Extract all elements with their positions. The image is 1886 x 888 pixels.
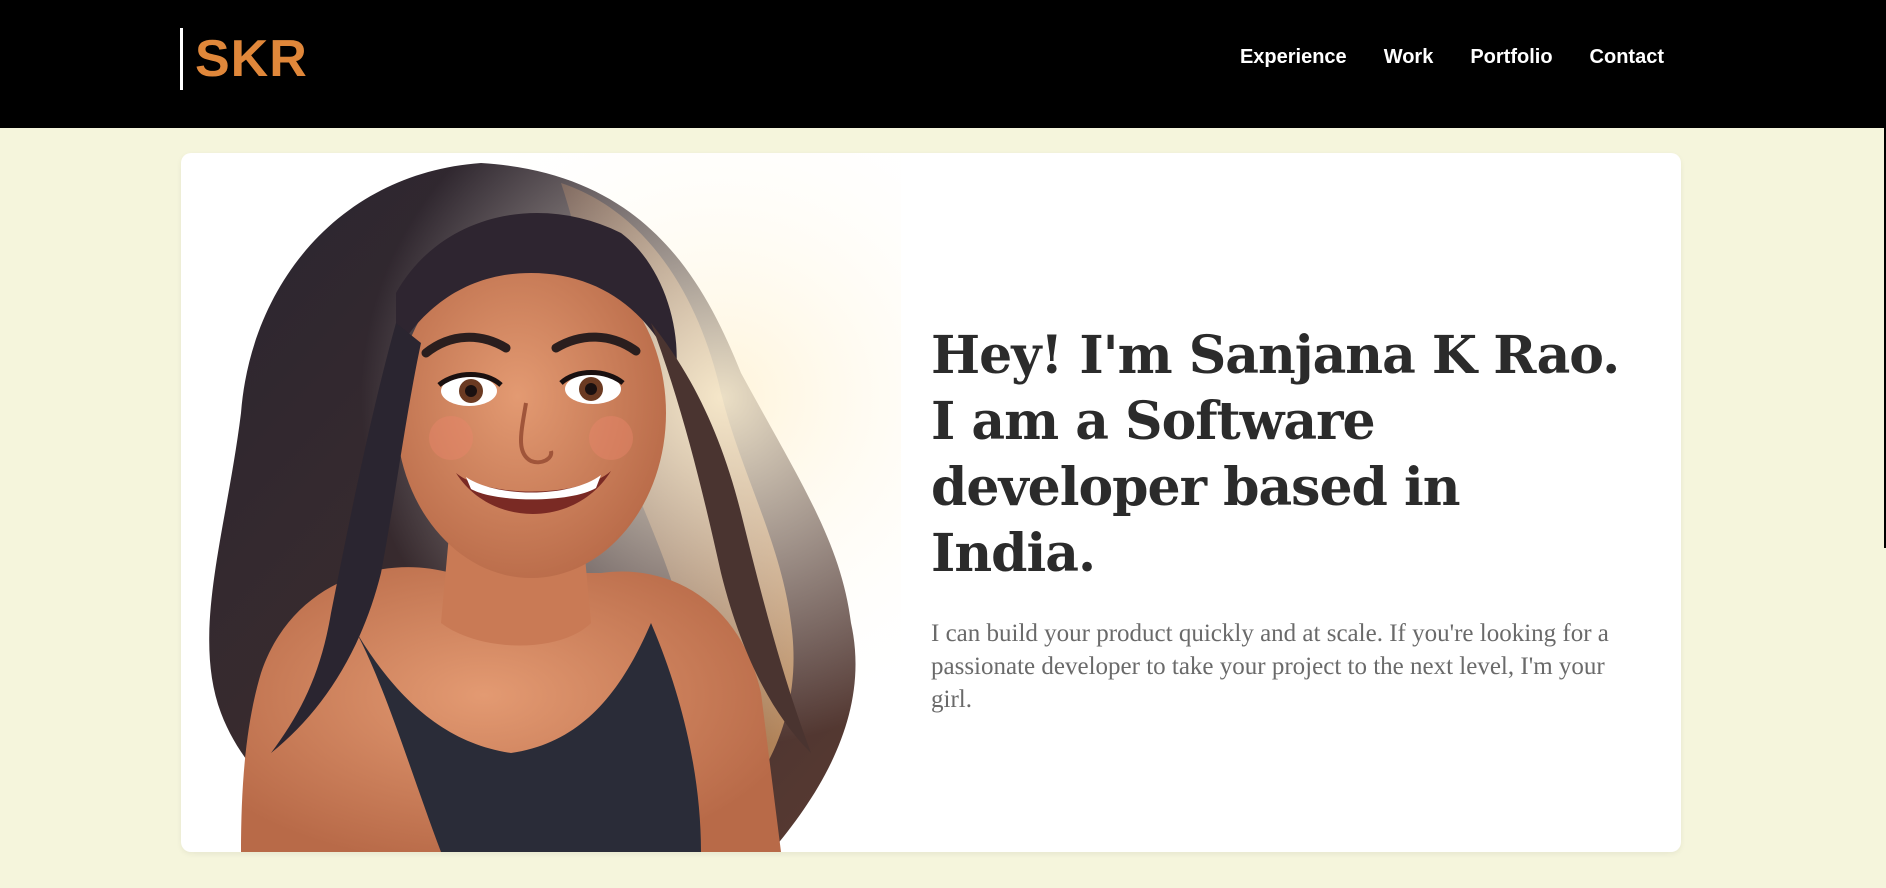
main-nav: Experience Work Portfolio Contact <box>1240 46 1664 69</box>
hero-description: I can build your product quickly and at … <box>931 620 1609 713</box>
hero-text: Hey! I'm Sanjana K Rao. I am a Software … <box>931 323 1631 716</box>
hero-headline: Hey! I'm Sanjana K Rao. I am a Software … <box>931 325 1620 584</box>
nav-contact[interactable]: Contact <box>1590 46 1664 69</box>
nav-portfolio[interactable]: Portfolio <box>1470 46 1552 69</box>
smiling-woman-illustration-icon <box>181 153 901 852</box>
logo-text[interactable]: SKR <box>195 33 308 85</box>
hero-card: Hey! I'm Sanjana K Rao. I am a Software … <box>181 153 1681 852</box>
site-header: SKR Experience Work Portfolio Contact <box>0 0 1886 128</box>
nav-experience[interactable]: Experience <box>1240 46 1347 69</box>
logo[interactable]: SKR <box>180 28 308 90</box>
nav-work[interactable]: Work <box>1384 46 1434 69</box>
portrait-illustration <box>181 153 901 852</box>
